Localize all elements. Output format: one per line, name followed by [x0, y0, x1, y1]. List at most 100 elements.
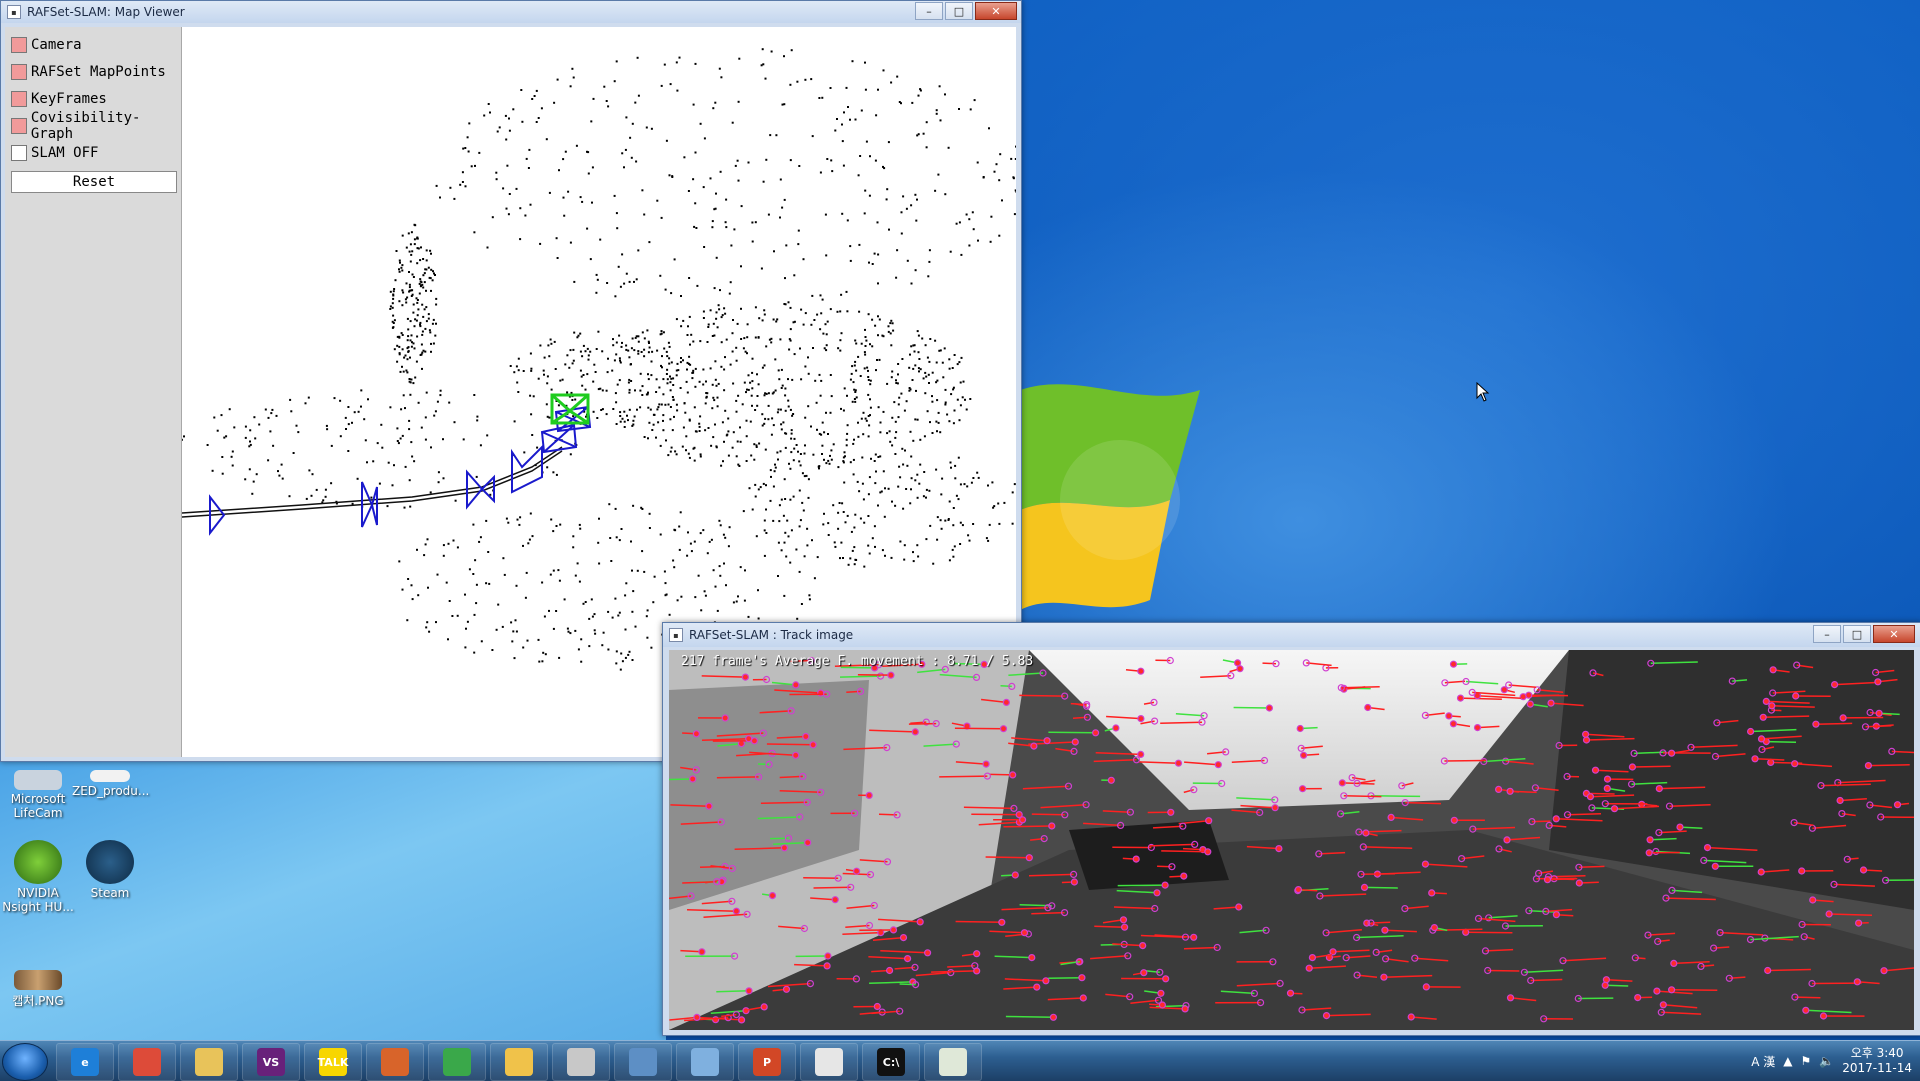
map-point [409, 284, 411, 286]
option-mappoints[interactable]: RAFSet MapPoints [11, 62, 166, 82]
taskbar-app-button[interactable] [428, 1043, 486, 1081]
checkbox[interactable] [11, 118, 27, 134]
map-point [400, 371, 402, 373]
taskbar-window2-button[interactable] [924, 1043, 982, 1081]
desktop-icon-nvidia[interactable]: NVIDIA Nsight HU... [0, 840, 76, 914]
map-point [410, 254, 412, 256]
map-point [662, 378, 664, 380]
option-keyframes[interactable]: KeyFrames [11, 89, 107, 109]
close-button[interactable]: ✕ [1873, 625, 1915, 643]
map-point [916, 474, 918, 476]
taskbar-app2-button[interactable] [614, 1043, 672, 1081]
map-point [653, 424, 655, 426]
taskbar-folder-button[interactable] [490, 1043, 548, 1081]
map-point [866, 367, 868, 369]
taskbar-cmd-button[interactable]: C:\ [862, 1043, 920, 1081]
minimize-button[interactable]: – [915, 2, 943, 20]
map-point [592, 166, 594, 168]
desktop-icon-steam[interactable]: Steam [72, 840, 148, 900]
map-point [670, 406, 672, 408]
map-point [615, 392, 617, 394]
map-point [419, 259, 421, 261]
map-point [297, 431, 299, 433]
map-point [966, 485, 968, 487]
track-image-titlebar[interactable]: ▪ RAFSet-SLAM : Track image – □ ✕ [663, 623, 1920, 647]
map-point [253, 481, 255, 483]
map-point [687, 392, 689, 394]
map-point [691, 377, 693, 379]
feature-point [1647, 837, 1653, 843]
clock[interactable]: 오후 3:40 2017-11-14 [1842, 1046, 1912, 1076]
option-slam-off[interactable]: SLAM OFF [11, 143, 98, 163]
map-point [672, 396, 674, 398]
desktop-icon-zed[interactable]: ZED_produ... [72, 770, 148, 798]
checkbox[interactable] [11, 91, 27, 107]
network-icon[interactable]: ▲ [1783, 1054, 1792, 1068]
feature-vector [1365, 887, 1398, 888]
maximize-button[interactable]: □ [1843, 625, 1871, 643]
feature-point [983, 761, 989, 767]
map-point [622, 418, 624, 420]
map-point [774, 358, 776, 360]
taskbar-matlab-button[interactable] [366, 1043, 424, 1081]
checkbox[interactable] [11, 145, 27, 161]
map-point [454, 421, 456, 423]
map-point [628, 392, 630, 394]
start-button[interactable] [2, 1043, 48, 1081]
close-button[interactable]: ✕ [975, 2, 1017, 20]
feature-point [1475, 725, 1481, 731]
checkbox[interactable] [11, 64, 27, 80]
map-point [833, 443, 835, 445]
taskbar-window-button[interactable] [676, 1043, 734, 1081]
volume-icon[interactable]: 🔈 [1819, 1054, 1834, 1068]
map-point [553, 570, 555, 572]
map-point [744, 569, 746, 571]
map-point [594, 629, 596, 631]
map-point [789, 468, 791, 470]
map-point [421, 344, 423, 346]
reset-button[interactable]: Reset [11, 171, 177, 193]
flag-icon[interactable]: ⚑ [1801, 1054, 1812, 1068]
window-title: RAFSet-SLAM: Map Viewer [27, 5, 185, 19]
taskbar-explorer-button[interactable] [180, 1043, 238, 1081]
track-image-window[interactable]: ▪ RAFSet-SLAM : Track image – □ ✕ 217 fr… [662, 622, 1920, 1036]
taskbar-chrome-button[interactable] [118, 1043, 176, 1081]
taskbar-kakaotalk-button[interactable]: TALK [304, 1043, 362, 1081]
map-point [834, 546, 836, 548]
taskbar-ie-button[interactable]: e [56, 1043, 114, 1081]
map-point [695, 63, 697, 65]
taskbar-paint-button[interactable] [800, 1043, 858, 1081]
taskbar-powerpoint-button[interactable]: P [738, 1043, 796, 1081]
feature-point [1799, 868, 1805, 874]
checkbox[interactable] [11, 37, 27, 53]
map-point [269, 430, 271, 432]
taskbar-tool-button[interactable] [552, 1043, 610, 1081]
map-point [1015, 189, 1016, 191]
map-point [952, 549, 954, 551]
map-point [394, 348, 396, 350]
maximize-button[interactable]: □ [945, 2, 973, 20]
map-point [850, 461, 852, 463]
taskbar-visual-studio-button[interactable]: VS [242, 1043, 300, 1081]
map-point [433, 415, 435, 417]
map-point [392, 298, 394, 300]
ime-indicator[interactable]: A 漢 [1751, 1053, 1775, 1070]
map-point [804, 417, 806, 419]
feature-point [1553, 912, 1559, 918]
map-point [723, 563, 725, 565]
map-point [669, 381, 671, 383]
map-point [891, 417, 893, 419]
map-point [1013, 177, 1015, 179]
option-covisibility-graph[interactable]: Covisibility-Graph [11, 116, 181, 136]
map-viewer-titlebar[interactable]: ▪ RAFSet-SLAM: Map Viewer – □ ✕ [1, 1, 1021, 23]
option-camera[interactable]: Camera [11, 35, 82, 55]
map-point [627, 419, 629, 421]
map-point [422, 316, 424, 318]
desktop-icon-capture[interactable]: 캡처.PNG [0, 970, 76, 1009]
map-point [573, 281, 575, 283]
map-point [516, 585, 518, 587]
map-point [600, 409, 602, 411]
desktop-icon-lifecam[interactable]: Microsoft LifeCam [0, 770, 76, 820]
minimize-button[interactable]: – [1813, 625, 1841, 643]
feature-point [1429, 890, 1435, 896]
